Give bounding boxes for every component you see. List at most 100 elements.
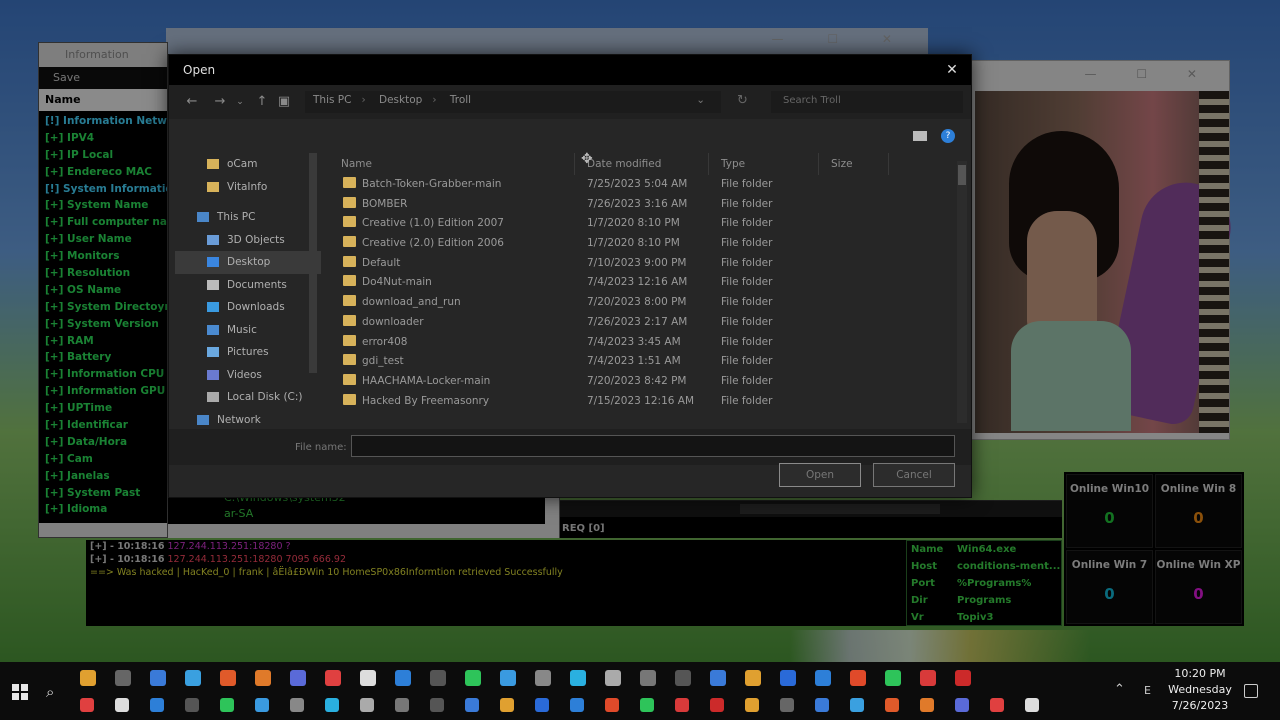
close-icon[interactable]: ✕ (941, 59, 963, 81)
navigation-pane-scrollbar[interactable] (309, 153, 317, 373)
file-row[interactable]: Creative (2.0) Edition 2006 1/7/2020 8:10… (329, 234, 955, 254)
taskbar-app-icon[interactable] (570, 670, 586, 686)
info-scrollbar[interactable] (39, 523, 167, 537)
taskbar-app-icon[interactable] (360, 670, 376, 686)
taskbar-app-icon[interactable] (115, 698, 129, 712)
info-column-header[interactable]: Name (39, 89, 167, 111)
info-item[interactable]: [+] IP Local (45, 147, 167, 164)
info-item[interactable]: [+] Data/Hora (45, 434, 167, 451)
taskbar-app-icon[interactable] (780, 670, 796, 686)
info-item[interactable]: [+] Full computer name (45, 214, 167, 231)
file-row[interactable]: Hacked By Freemasonry 7/15/2023 12:16 AM F… (329, 392, 955, 412)
search-icon[interactable]: ⌕ (46, 683, 64, 701)
info-item[interactable]: [+] System Name (45, 197, 167, 214)
open-button[interactable]: Open (779, 463, 861, 487)
taskbar-app-icon[interactable] (955, 670, 971, 686)
taskbar-app-icon[interactable] (535, 670, 551, 686)
taskbar-app-icon[interactable] (920, 698, 934, 712)
file-name-input[interactable] (351, 435, 955, 457)
file-row[interactable]: Default 7/10/2023 9:00 PM File folder (329, 254, 955, 274)
values-horizontal-scrollbar[interactable] (168, 524, 559, 538)
taskbar-app-icon[interactable] (605, 670, 621, 686)
file-row[interactable]: Creative (1.0) Edition 2007 1/7/2020 8:10… (329, 214, 955, 234)
taskbar-app-icon[interactable] (430, 670, 446, 686)
taskbar-app-icon[interactable] (1025, 698, 1039, 712)
up-arrow-icon[interactable]: ↑ (253, 93, 271, 111)
taskbar-app-icon[interactable] (430, 698, 444, 712)
column-size[interactable]: Size (819, 153, 889, 175)
taskbar-app-icon[interactable] (255, 670, 271, 686)
file-row[interactable]: BOMBER 7/26/2023 3:16 AM File folder (329, 195, 955, 215)
taskbar-app-icon[interactable] (710, 698, 724, 712)
view-options-icon[interactable] (913, 131, 927, 141)
taskbar-app-icon[interactable] (745, 698, 759, 712)
nav-item-documents[interactable]: Documents (175, 274, 321, 297)
nav-item-desktop[interactable]: Desktop (175, 251, 321, 274)
taskbar-app-icon[interactable] (815, 670, 831, 686)
nav-item-network[interactable]: Network (175, 409, 321, 428)
taskbar-app-icon[interactable] (290, 698, 304, 712)
address-bar[interactable]: This PC › Desktop › Troll ⌄ (305, 91, 721, 113)
info-item[interactable]: [+] User Name (45, 231, 167, 248)
info-item[interactable]: [+] UPTime (45, 400, 167, 417)
taskbar-app-icon[interactable] (325, 698, 339, 712)
file-row[interactable]: error408 7/4/2023 3:45 AM File folder (329, 333, 955, 353)
taskbar-app-icon[interactable] (360, 698, 374, 712)
info-item[interactable]: [+] Battery (45, 349, 167, 366)
taskbar-app-icon[interactable] (185, 670, 201, 686)
taskbar-app-icon[interactable] (220, 698, 234, 712)
cancel-button[interactable]: Cancel (873, 463, 955, 487)
taskbar-app-icon[interactable] (500, 670, 516, 686)
notification-icon[interactable] (1244, 684, 1258, 698)
taskbar-app-icon[interactable] (570, 698, 584, 712)
taskbar-app-icon[interactable] (640, 670, 656, 686)
taskbar-app-icon[interactable] (80, 698, 94, 712)
info-item[interactable]: [+] RAM (45, 333, 167, 350)
column-name[interactable]: Name (329, 153, 575, 175)
forward-arrow-icon[interactable]: → (211, 93, 229, 111)
taskbar-app-icon[interactable] (745, 670, 761, 686)
nav-item-3d-objects[interactable]: 3D Objects (175, 229, 321, 252)
clock[interactable]: 10:20 PM Wednesday 7/26/2023 (1168, 666, 1232, 714)
taskbar-app-icon[interactable] (185, 698, 199, 712)
refresh-icon[interactable]: ↻ (737, 93, 748, 108)
taskbar-app-icon[interactable] (605, 698, 619, 712)
taskbar-app-icon[interactable] (955, 698, 969, 712)
file-row[interactable]: HAACHAMA-Locker-main 7/20/2023 8:42 PM Fil… (329, 372, 955, 392)
search-input[interactable]: Search Troll (771, 91, 963, 113)
taskbar-app-icon[interactable] (290, 670, 306, 686)
nav-item-this-pc[interactable]: This PC (175, 206, 321, 229)
taskbar-app-icon[interactable] (710, 670, 726, 686)
taskbar-app-icon[interactable] (500, 698, 514, 712)
info-item[interactable]: [+] Identificar (45, 417, 167, 434)
info-item[interactable]: [+] Idioma (45, 501, 167, 518)
start-button-icon[interactable] (12, 684, 28, 700)
taskbar-app-icon[interactable] (885, 670, 901, 686)
taskbar-app-icon[interactable] (115, 670, 131, 686)
taskbar-app-icon[interactable] (920, 670, 936, 686)
info-item[interactable]: [+] OS Name (45, 282, 167, 299)
taskbar-app-icon[interactable] (150, 670, 166, 686)
info-item[interactable]: [+] System Past (45, 485, 167, 502)
nav-item-local-disk-c-[interactable]: Local Disk (C:) (175, 386, 321, 409)
column-date-modified[interactable]: Date modified (575, 153, 709, 175)
info-item[interactable]: [+] Monitors (45, 248, 167, 265)
taskbar-app-icon[interactable] (465, 698, 479, 712)
info-item[interactable]: [+] Information CPU (45, 366, 167, 383)
info-item[interactable]: [+] System Version (45, 316, 167, 333)
file-row[interactable]: Do4Nut-main 7/4/2023 12:16 AM File folder (329, 273, 955, 293)
taskbar-app-icon[interactable] (675, 670, 691, 686)
nav-item-downloads[interactable]: Downloads (175, 296, 321, 319)
column-type[interactable]: Type (709, 153, 819, 175)
file-row[interactable]: gdi_test 7/4/2023 1:51 AM File folder (329, 352, 955, 372)
nav-item-videos[interactable]: Videos (175, 364, 321, 387)
save-menu[interactable]: Save (39, 67, 167, 89)
taskbar-app-icon[interactable] (640, 698, 654, 712)
nav-item-vitainfo[interactable]: VitaInfo (175, 176, 321, 199)
taskbar-app-icon[interactable] (815, 698, 829, 712)
taskbar-app-icon[interactable] (850, 670, 866, 686)
file-row[interactable]: downloader 7/26/2023 2:17 AM File folder (329, 313, 955, 333)
taskbar-app-icon[interactable] (885, 698, 899, 712)
help-icon[interactable]: ? (941, 129, 955, 143)
breadcrumb-this-pc[interactable]: This PC (313, 94, 351, 106)
